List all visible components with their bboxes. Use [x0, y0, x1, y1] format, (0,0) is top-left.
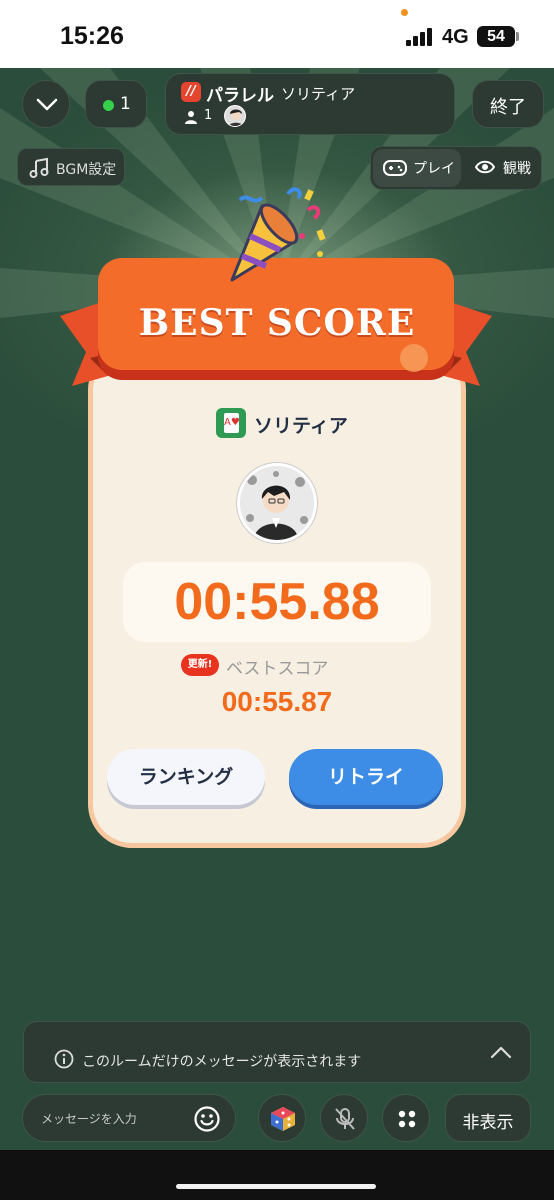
privacy-indicator-icon — [401, 9, 408, 16]
best-score-value: 00:55.87 — [221, 686, 333, 717]
parallel-logo-icon: // — [181, 82, 201, 102]
party-popper-icon — [230, 187, 326, 282]
time-display: 00:55.88 — [123, 562, 431, 642]
play-label: プレイ — [413, 161, 455, 177]
watch-label: 観戦 — [503, 161, 531, 177]
person-icon — [185, 111, 197, 124]
chat-notice-text: このルームだけのメッセージが表示されます — [82, 1054, 362, 1070]
dice-icon — [271, 1107, 295, 1131]
ranking-button[interactable]: ランキング — [107, 749, 265, 805]
music-note-icon — [29, 157, 49, 178]
home-indicator[interactable] — [176, 1184, 376, 1189]
mic-off-icon — [335, 1108, 355, 1130]
end-label: 終了 — [490, 97, 526, 118]
chat-notice[interactable]: このルームだけのメッセージが表示されます — [23, 1021, 531, 1083]
collapse-button[interactable] — [22, 80, 70, 128]
mute-button[interactable] — [320, 1094, 368, 1142]
message-input[interactable]: メッセージを入力 — [22, 1094, 236, 1142]
emoji-icon[interactable] — [193, 1105, 221, 1133]
game-label: A♥ ソリティア — [0, 408, 554, 440]
clock: 15:26 — [60, 22, 124, 50]
apps-button[interactable] — [382, 1094, 430, 1142]
bgm-label: BGM設定 — [56, 162, 117, 178]
online-status-icon — [103, 100, 114, 111]
new-record-badge: 更新! — [181, 654, 219, 676]
hide-label: 非表示 — [462, 1113, 514, 1133]
result-game-name: ソリティア — [254, 415, 348, 437]
bgm-settings-button[interactable]: BGM設定 — [17, 148, 125, 186]
battery-nub — [516, 32, 519, 41]
chevron-up-icon[interactable] — [490, 1044, 512, 1060]
status-bar: 15:26 4G 54 — [0, 0, 554, 68]
network-type: 4G — [442, 26, 469, 48]
retry-button[interactable]: リトライ — [289, 749, 443, 805]
online-users-button[interactable]: 1 — [85, 80, 147, 128]
cellular-signal-icon — [406, 28, 434, 46]
chevron-down-icon — [36, 98, 58, 111]
online-count: 1 — [120, 94, 131, 114]
participant-count: 1 — [204, 108, 213, 123]
best-score-label: ベストスコア — [226, 659, 329, 679]
end-button[interactable]: 終了 — [472, 80, 544, 128]
room-game-title: ソリティア — [281, 85, 356, 103]
bottom-bar — [0, 1150, 554, 1200]
participant-avatar — [224, 105, 246, 127]
room-info[interactable]: // パラレル ソリティア 1 — [165, 73, 455, 135]
info-icon — [54, 1049, 74, 1069]
banner-title: BEST SCORE — [138, 302, 416, 344]
gamepad-icon — [383, 160, 407, 176]
battery-icon: 54 — [477, 26, 515, 47]
clear-time: 00:55.88 — [174, 573, 380, 631]
player-avatar — [237, 463, 317, 543]
solitaire-icon: A♥ — [216, 408, 246, 438]
hide-button[interactable]: 非表示 — [445, 1094, 531, 1142]
play-mode-button[interactable]: プレイ — [373, 149, 461, 187]
eye-icon — [475, 160, 495, 174]
app-brand: パラレル — [206, 86, 274, 106]
mode-toggle: プレイ 観戦 — [370, 146, 542, 190]
message-placeholder: メッセージを入力 — [41, 1112, 137, 1126]
grid-dots-icon — [398, 1110, 416, 1128]
dice-button[interactable] — [258, 1094, 306, 1142]
